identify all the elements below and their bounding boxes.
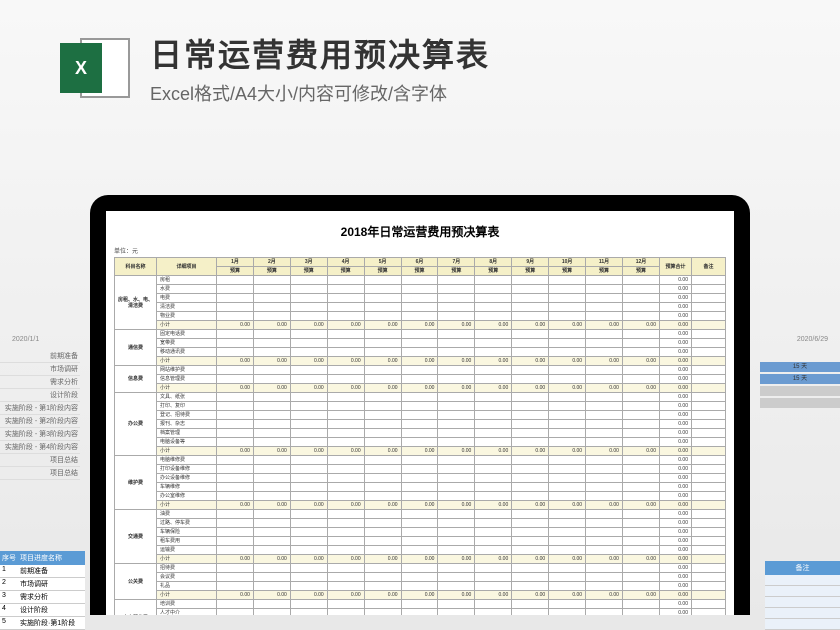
bg-left-list: 前期准备市场调研需求分析设计阶段实施阶段 - 第1阶段内容实施阶段 - 第2阶段… <box>0 350 80 480</box>
budget-table: 科目名称详细项目1月2月3月4月5月6月7月8月9月10月11月12月预算合计备… <box>114 257 726 615</box>
bg-date-right: 2020/6/29 <box>797 336 828 343</box>
title: 日常运营费用预决算表 <box>150 30 490 76</box>
excel-icon: X <box>60 33 130 103</box>
unit-label: 单位：元 <box>114 246 726 255</box>
spreadsheet: 2018年日常运营费用预决算表 单位：元 科目名称详细项目1月2月3月4月5月6… <box>106 211 734 615</box>
bg-bottom-left: 序号项目进度名称1前期准备2市场调研3需求分析4设计阶段5实施阶段·第1阶段 <box>0 551 85 630</box>
bg-date-left: 2020/1/1 <box>12 336 39 343</box>
subtitle: Excel格式/A4大小/内容可修改/含字体 <box>150 80 490 106</box>
sheet-title: 2018年日常运营费用预决算表 <box>114 223 726 240</box>
bg-right-bars: 15 天15 天 <box>760 360 840 410</box>
header: X 日常运营费用预决算表 Excel格式/A4大小/内容可修改/含字体 <box>0 0 840 126</box>
monitor-frame: 2018年日常运营费用预决算表 单位：元 科目名称详细项目1月2月3月4月5月6… <box>90 195 750 615</box>
bg-bottom-right: 备注 <box>765 561 840 630</box>
